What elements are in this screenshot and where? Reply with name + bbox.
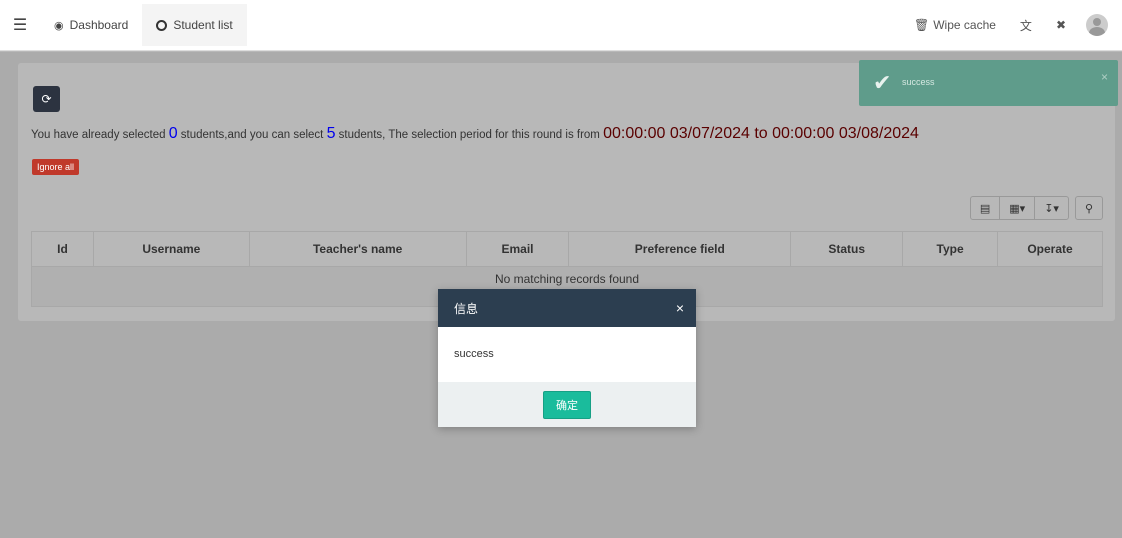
col-email[interactable]: Email [465,231,570,267]
col-preference-field[interactable]: Preference field [568,231,792,267]
columns-icon: ▦▾ [1009,202,1026,215]
card-view-button[interactable]: ▤ [969,196,1001,220]
col-id[interactable]: Id [31,231,94,267]
selection-period: 00:00:00 03/07/2024 to 00:00:00 03/08/20… [603,125,919,142]
refresh-button[interactable]: ⟳ [33,86,60,112]
ok-button[interactable]: 确定 [543,390,591,419]
modal-header: 信息 × [438,289,696,327]
translate-icon[interactable]: 文 [1008,0,1044,51]
avatar[interactable] [1086,14,1108,36]
col-teacher-name[interactable]: Teacher's name [248,231,467,267]
tab-student-list-label: Student list [173,18,233,32]
modal-title: 信息 [454,301,479,316]
card-view-icon: ▤ [979,202,991,215]
trash-icon: 🗑 [913,18,930,32]
modal-footer: 确定 [438,382,696,427]
modal-close-icon[interactable]: × [676,300,684,316]
check-icon: ✔ [873,70,892,95]
columns-button[interactable]: ▦▾ [999,196,1036,220]
col-status[interactable]: Status [790,231,904,267]
tab-dashboard[interactable]: ◉ Dashboard [40,4,142,46]
ignore-all-button[interactable]: Ignore all [32,159,80,175]
hamburger-icon[interactable]: ☰ [0,0,40,51]
top-navbar: ☰ ◉ Dashboard Student list 🗑 Wipe cache … [0,0,1122,51]
col-operate[interactable]: Operate [997,231,1103,267]
wipe-cache-button[interactable]: 🗑 Wipe cache [902,0,1008,51]
selected-count: 0 [168,125,178,142]
modal-body: success [454,348,494,360]
navbar-right: 🗑 Wipe cache 文 ✖ [902,0,1122,51]
col-username[interactable]: Username [92,231,250,267]
info-text-3: students, The selection period for this … [335,129,604,141]
info-modal: 信息 × success 确定 [438,289,696,427]
dashboard-icon: ◉ [54,19,64,32]
table-header-row: Id Username Teacher's name Email Prefere… [31,231,1103,267]
info-text-2: students,and you can select [177,129,327,141]
table-toolbar: ▤ ▦▾ ↧▾ ⚲ [969,196,1103,220]
refresh-icon: ⟳ [41,92,52,106]
search-button[interactable]: ⚲ [1074,196,1103,220]
info-text-1: You have already selected [31,129,169,141]
fullscreen-icon[interactable]: ✖ [1044,0,1078,51]
tab-dashboard-label: Dashboard [69,18,129,32]
search-icon: ⚲ [1084,202,1093,215]
success-toast: ✔ success × [859,60,1118,106]
export-icon: ↧▾ [1044,202,1059,215]
tab-student-list[interactable]: Student list [142,4,247,46]
circle-icon [156,19,168,31]
export-button[interactable]: ↧▾ [1034,196,1069,220]
col-type[interactable]: Type [902,231,999,267]
toast-close-icon[interactable]: × [1101,70,1108,84]
wipe-cache-label: Wipe cache [933,18,996,32]
selection-info: You have already selected 0 students,and… [31,125,919,143]
toast-message: success [902,77,935,87]
